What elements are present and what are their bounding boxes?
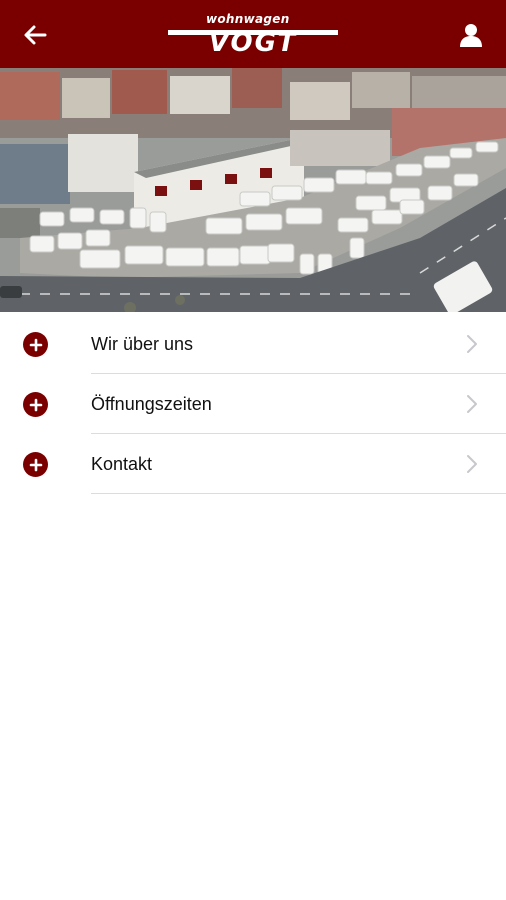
profile-button[interactable]	[454, 18, 488, 52]
hero-image	[0, 68, 506, 312]
plus-circle-icon	[23, 332, 48, 357]
menu-item-label: Kontakt	[91, 454, 153, 474]
app-header: wohnwagen VOGT	[0, 0, 506, 68]
menu-item-kontakt[interactable]: Kontakt	[0, 434, 506, 494]
brand-large-text: VOGT	[209, 28, 298, 54]
chevron-right-icon	[467, 335, 477, 353]
main-menu: Wir über uns Öffnungszeiten Kontakt	[0, 314, 506, 494]
brand-logo: wohnwagen VOGT	[168, 12, 338, 56]
plus-circle-icon	[23, 392, 48, 417]
user-icon	[460, 24, 482, 47]
menu-item-label: Wir über uns	[91, 334, 194, 354]
vogt-logo-mark: VOGT	[168, 28, 338, 54]
menu-item-label: Öffnungszeiten	[91, 394, 212, 414]
divider	[91, 493, 506, 494]
dealership-aerial-photo	[0, 68, 506, 312]
arrow-left-icon	[24, 25, 47, 45]
chevron-right-icon	[467, 455, 477, 473]
back-button[interactable]	[18, 18, 52, 52]
menu-item-oeffnungszeiten[interactable]: Öffnungszeiten	[0, 374, 506, 434]
plus-circle-icon	[23, 452, 48, 477]
chevron-right-icon	[467, 395, 477, 413]
menu-item-wir-ueber-uns[interactable]: Wir über uns	[0, 314, 506, 374]
